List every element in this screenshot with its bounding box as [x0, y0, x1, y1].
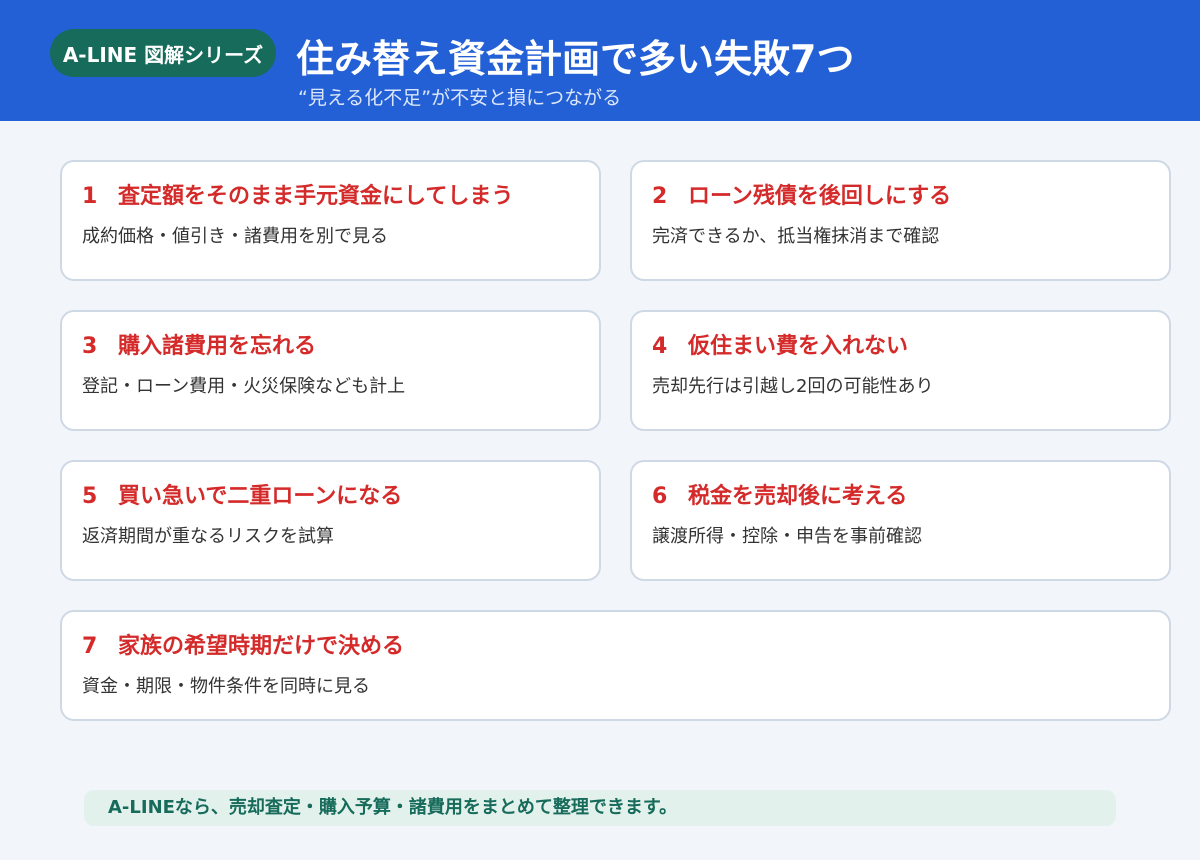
failure-title-text: 仮住まい費を入れない — [688, 334, 909, 359]
failure-card-3: 3 購入諸費用を忘れる 登記・ローン費用・火災保険なども計上 — [60, 310, 601, 431]
failure-title-text: ローン残債を後回しにする — [688, 184, 952, 209]
failure-card-description: 譲渡所得・控除・申告を事前確認 — [652, 526, 922, 547]
failure-number: 7 — [82, 634, 98, 659]
failure-card-description: 資金・期限・物件条件を同時に見る — [82, 676, 370, 697]
failure-card-description: 成約価格・値引き・諸費用を別で見る — [82, 226, 388, 247]
failure-number: 4 — [652, 334, 668, 359]
failure-card-title: 1 査定額をそのまま手元資金にしてしまう — [82, 180, 513, 214]
failure-card-title: 6 税金を売却後に考える — [652, 480, 907, 514]
failure-title-text: 家族の希望時期だけで決める — [118, 634, 405, 659]
failure-title-text: 購入諸費用を忘れる — [118, 334, 317, 359]
header-banner: A-LINE 図解シリーズ 住み替え資金計画で多い失敗7つ “見える化不足”が不… — [0, 0, 1200, 121]
failure-card-title: 2 ローン残債を後回しにする — [652, 180, 951, 214]
failure-card-title: 3 購入諸費用を忘れる — [82, 330, 316, 364]
failure-card-7: 7 家族の希望時期だけで決める 資金・期限・物件条件を同時に見る — [60, 610, 1171, 721]
footer-callout: A-LINEなら、売却査定・購入予算・諸費用をまとめて整理できます。 — [84, 790, 1116, 826]
failure-card-description: 完済できるか、抵当権抹消まで確認 — [652, 226, 940, 247]
failure-card-title: 7 家族の希望時期だけで決める — [82, 630, 404, 664]
failure-card-title: 4 仮住まい費を入れない — [652, 330, 908, 364]
failure-card-5: 5 買い急いで二重ローンになる 返済期間が重なるリスクを試算 — [60, 460, 601, 581]
failure-title-text: 買い急いで二重ローンになる — [118, 484, 403, 509]
failure-card-6: 6 税金を売却後に考える 譲渡所得・控除・申告を事前確認 — [630, 460, 1171, 581]
failure-title-text: 税金を売却後に考える — [688, 484, 908, 509]
failure-card-4: 4 仮住まい費を入れない 売却先行は引越し2回の可能性あり — [630, 310, 1171, 431]
failure-card-description: 売却先行は引越し2回の可能性あり — [652, 376, 934, 397]
footer-text: A-LINEなら、売却査定・購入予算・諸費用をまとめて整理できます。 — [108, 797, 678, 818]
page-title: 住み替え資金計画で多い失敗7つ — [296, 37, 855, 81]
failure-card-title: 5 買い急いで二重ローンになる — [82, 480, 402, 514]
series-badge: A-LINE 図解シリーズ — [50, 29, 276, 77]
failure-number: 5 — [82, 484, 98, 509]
failure-number: 3 — [82, 334, 98, 359]
failure-number: 2 — [652, 184, 668, 209]
failure-card-description: 返済期間が重なるリスクを試算 — [82, 526, 334, 547]
failure-card-1: 1 査定額をそのまま手元資金にしてしまう 成約価格・値引き・諸費用を別で見る — [60, 160, 601, 281]
failure-card-description: 登記・ローン費用・火災保険なども計上 — [82, 376, 406, 397]
failure-number: 1 — [82, 184, 98, 209]
failure-number: 6 — [652, 484, 668, 509]
failure-title-text: 査定額をそのまま手元資金にしてしまう — [118, 184, 514, 209]
page-subtitle: “見える化不足”が不安と損につながる — [298, 87, 622, 109]
failure-card-2: 2 ローン残債を後回しにする 完済できるか、抵当権抹消まで確認 — [630, 160, 1171, 281]
